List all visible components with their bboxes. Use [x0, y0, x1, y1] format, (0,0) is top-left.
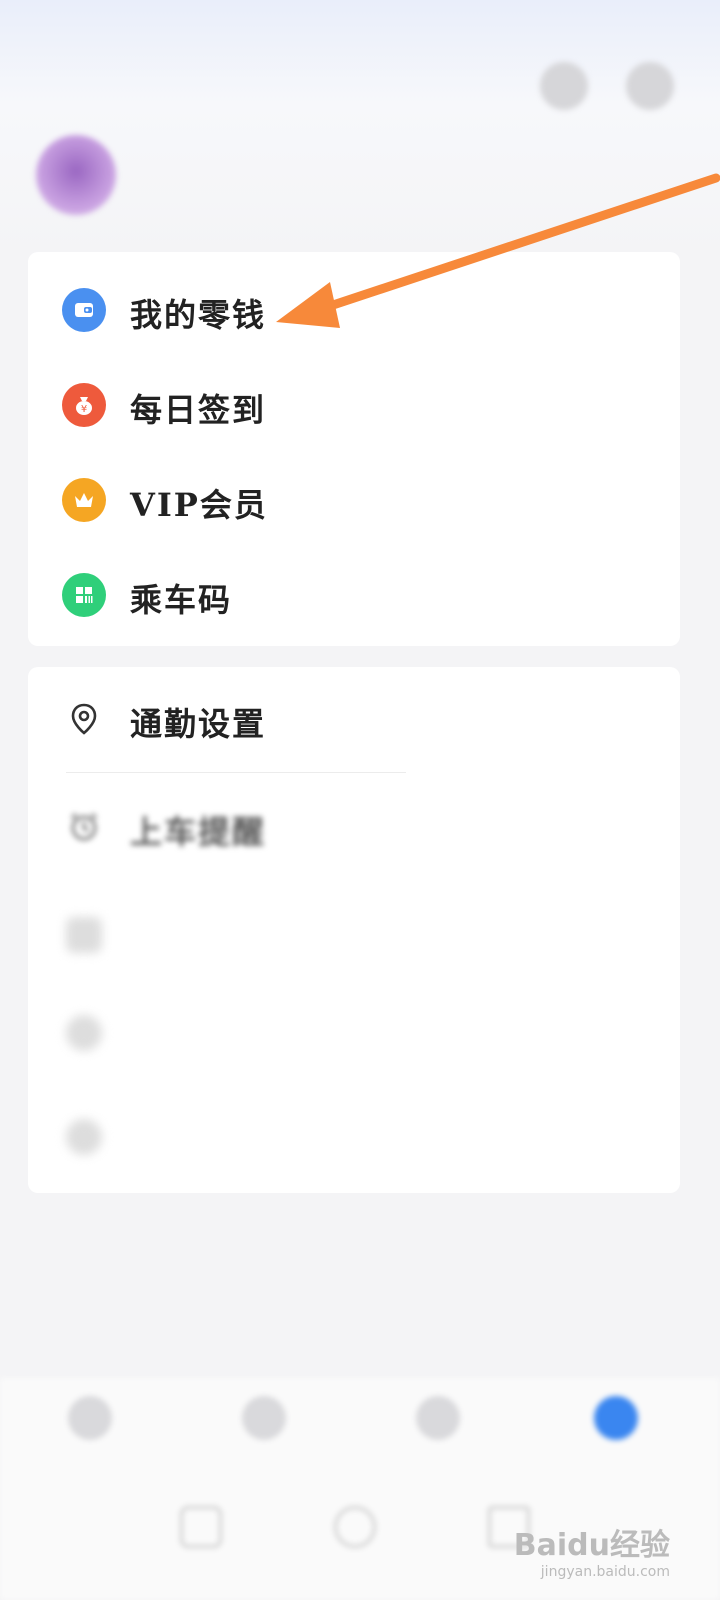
- alarm-clock-icon: [71, 813, 97, 841]
- profile-icon: [594, 1396, 638, 1440]
- system-home-button[interactable]: [334, 1506, 376, 1548]
- info-icon: [66, 1119, 102, 1155]
- watermark-logo: Baidu经验: [513, 1528, 670, 1563]
- services-card: 我的零钱 ¥ 每日签到 VIP会员 乘车码: [28, 252, 680, 646]
- vip-label: VIP会员: [130, 486, 268, 524]
- thumb-icon: [66, 917, 102, 953]
- commute-settings-row[interactable]: 通勤设置: [28, 671, 680, 767]
- scan-icon[interactable]: [540, 62, 588, 110]
- vip-row[interactable]: VIP会员: [28, 452, 680, 548]
- nav-item-3[interactable]: [378, 1396, 498, 1486]
- wallet-row[interactable]: 我的零钱: [28, 262, 680, 358]
- watermark: Baidu经验 jingyan.baidu.com: [514, 1520, 670, 1580]
- divider: [66, 772, 406, 773]
- commute-settings-label: 通勤设置: [130, 705, 267, 743]
- money-bag-icon: ¥: [62, 383, 106, 427]
- svg-text:¥: ¥: [81, 404, 87, 415]
- wallet-icon: [62, 288, 106, 332]
- nav-item-home[interactable]: [30, 1396, 150, 1486]
- crown-icon: [62, 478, 106, 522]
- ride-code-label: 乘车码: [130, 581, 233, 619]
- settings-row-4[interactable]: [28, 985, 680, 1081]
- settings-row-5[interactable]: [28, 1089, 680, 1185]
- checkin-row[interactable]: ¥ 每日签到: [28, 357, 680, 453]
- wallet-label: 我的零钱: [130, 296, 267, 334]
- nav-item-me[interactable]: [556, 1396, 676, 1486]
- qr-code-icon: [62, 573, 106, 617]
- home-icon: [68, 1396, 112, 1440]
- avatar[interactable]: [36, 135, 116, 215]
- boarding-reminder-row[interactable]: 上车提醒: [28, 779, 680, 875]
- ride-code-row[interactable]: 乘车码: [28, 547, 680, 643]
- settings-row-3[interactable]: [28, 887, 680, 983]
- nav-item-2[interactable]: [204, 1396, 324, 1486]
- settings-card: 通勤设置 上车提醒: [28, 667, 680, 1193]
- discover-icon: [416, 1396, 460, 1440]
- status-bar: [0, 0, 720, 48]
- checkin-label: 每日签到: [130, 391, 267, 429]
- boarding-reminder-label: 上车提醒: [130, 813, 267, 851]
- settings-icon[interactable]: [626, 62, 674, 110]
- bus-icon: [242, 1396, 286, 1440]
- system-recent-button[interactable]: [180, 1506, 222, 1548]
- watermark-url: jingyan.baidu.com: [540, 1564, 670, 1580]
- location-pin-icon: [71, 703, 97, 735]
- help-icon: [66, 1015, 102, 1051]
